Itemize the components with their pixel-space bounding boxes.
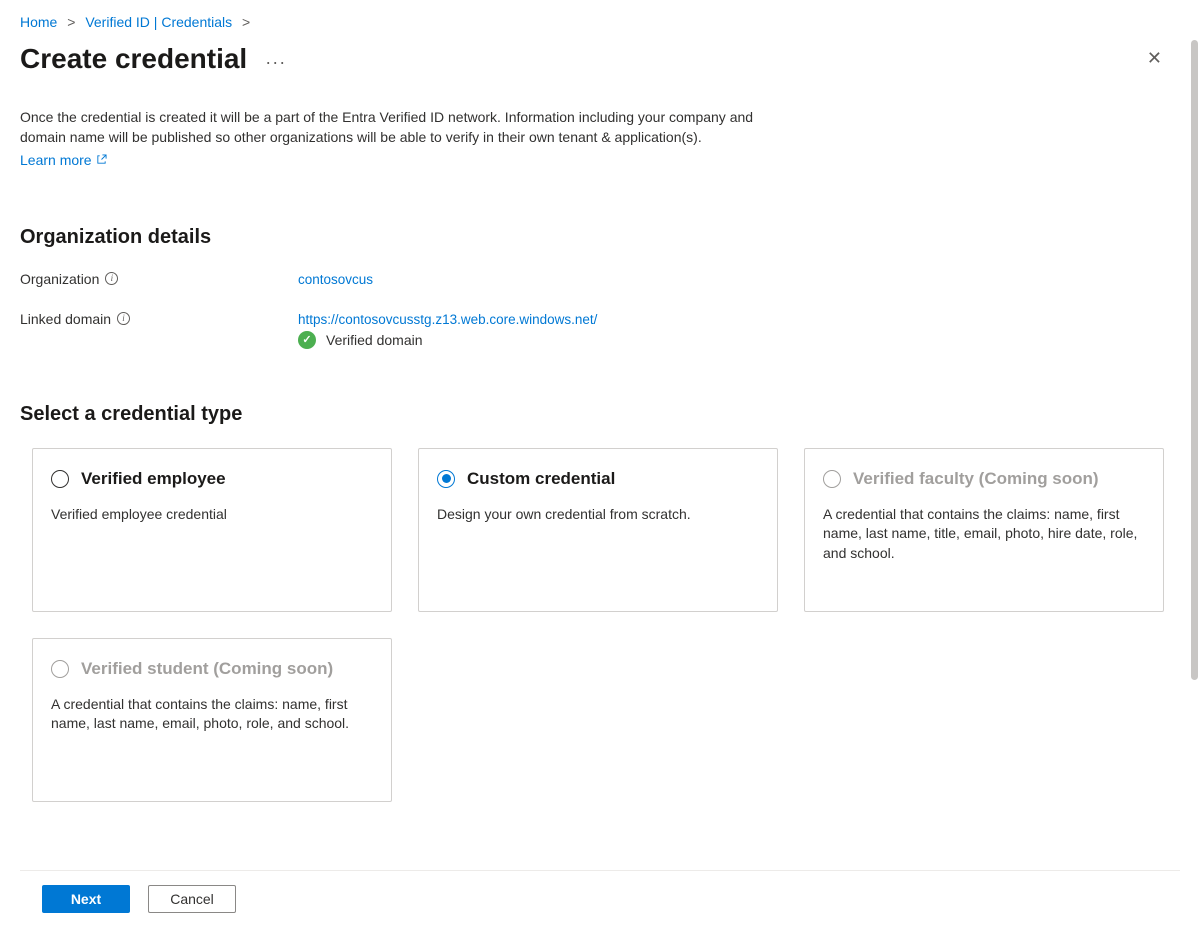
cred-title: Verified student (Coming soon) xyxy=(81,659,333,679)
cred-title: Verified employee xyxy=(81,469,226,489)
linked-domain-link[interactable]: https://contosovcusstg.z13.web.core.wind… xyxy=(298,312,597,327)
verified-domain-text: Verified domain xyxy=(326,332,423,348)
radio-verified-student xyxy=(51,660,69,678)
external-link-icon xyxy=(96,154,107,165)
cred-card-verified-employee[interactable]: Verified employee Verified employee cred… xyxy=(32,448,392,612)
breadcrumb-home[interactable]: Home xyxy=(20,14,57,30)
scrollbar-thumb[interactable] xyxy=(1191,40,1198,680)
next-button[interactable]: Next xyxy=(42,885,130,913)
select-credential-heading: Select a credential type xyxy=(20,403,1180,426)
org-details-heading: Organization details xyxy=(20,226,1180,249)
close-button[interactable]: ✕ xyxy=(1139,40,1170,77)
cred-title: Custom credential xyxy=(467,469,615,489)
breadcrumb: Home > Verified ID | Credentials > xyxy=(20,14,1180,30)
cred-card-verified-student: Verified student (Coming soon) A credent… xyxy=(32,638,392,802)
check-circle-icon: ✓ xyxy=(298,331,316,349)
cred-card-custom-credential[interactable]: Custom credential Design your own creden… xyxy=(418,448,778,612)
cred-card-verified-faculty: Verified faculty (Coming soon) A credent… xyxy=(804,448,1164,612)
cred-title: Verified faculty (Coming soon) xyxy=(853,469,1099,489)
cred-desc: Verified employee credential xyxy=(51,505,373,525)
cancel-button[interactable]: Cancel xyxy=(148,885,236,913)
chevron-right-icon: > xyxy=(67,14,75,30)
org-value-link[interactable]: contosovcus xyxy=(298,272,373,287)
cred-desc: A credential that contains the claims: n… xyxy=(823,505,1145,565)
footer-bar: Next Cancel xyxy=(20,870,1180,927)
linked-domain-label: Linked domain xyxy=(20,311,111,327)
breadcrumb-verified-id[interactable]: Verified ID | Credentials xyxy=(85,14,232,30)
intro-text: Once the credential is created it will b… xyxy=(20,107,790,148)
page-title: Create credential xyxy=(20,43,247,75)
cred-desc: A credential that contains the claims: n… xyxy=(51,695,373,735)
info-icon[interactable]: i xyxy=(105,272,118,285)
learn-more-link[interactable]: Learn more xyxy=(20,152,107,168)
scrollbar[interactable] xyxy=(1191,40,1198,860)
chevron-right-icon: > xyxy=(242,14,250,30)
radio-verified-faculty xyxy=(823,470,841,488)
learn-more-label: Learn more xyxy=(20,152,92,168)
radio-custom-credential[interactable] xyxy=(437,470,455,488)
info-icon[interactable]: i xyxy=(117,312,130,325)
more-options-button[interactable]: ··· xyxy=(265,47,286,71)
org-label: Organization xyxy=(20,271,99,287)
radio-verified-employee[interactable] xyxy=(51,470,69,488)
cred-desc: Design your own credential from scratch. xyxy=(437,505,759,525)
